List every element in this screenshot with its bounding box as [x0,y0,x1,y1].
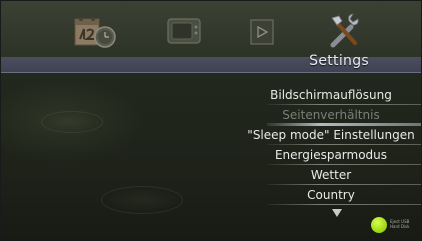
menu-item-aspect-ratio[interactable]: Seitenverhältnis [241,105,421,126]
menu-item-label: Bildschirmauflösung [270,88,392,102]
menu-item-label: "Sleep mode" Einstellungen [247,128,415,142]
background-decoration [41,111,103,133]
menu-item-resolution[interactable]: Bildschirmauflösung [241,85,421,105]
eject-usb-label: Eject USB Hard Disk [390,219,420,229]
background-decoration [101,186,183,214]
menu-item-energy-saving[interactable]: Energiesparmodus [241,145,421,165]
tools-icon[interactable] [325,11,369,51]
tv-icon[interactable] [165,15,203,47]
menu-item-label: Seitenverhältnis [282,108,380,122]
menu-item-label: Country [307,188,355,202]
calendar-clock-icon[interactable] [73,15,119,49]
settings-menu: Bildschirmauflösung Seitenverhältnis "Sl… [241,85,421,205]
menu-item-weather[interactable]: Wetter [241,165,421,185]
screen: Settings Bildschirmauflösung Seitenverhä… [0,0,422,241]
eject-usb-badge[interactable]: Eject USB Hard Disk [367,216,417,234]
menu-divider [267,204,421,205]
menu-item-sleep-mode[interactable]: "Sleep mode" Einstellungen [241,125,421,145]
menu-item-country[interactable]: Country [241,185,421,205]
play-icon[interactable] [248,17,276,47]
page-title: Settings [309,53,369,69]
eject-usb-label-line2: Hard Disk [390,224,410,229]
status-dot-icon [371,217,387,233]
menu-item-label: Wetter [310,168,352,182]
menu-item-label: Energiesparmodus [274,148,388,162]
title-band-divider [1,72,421,73]
scroll-down-arrow-icon[interactable] [332,209,342,217]
